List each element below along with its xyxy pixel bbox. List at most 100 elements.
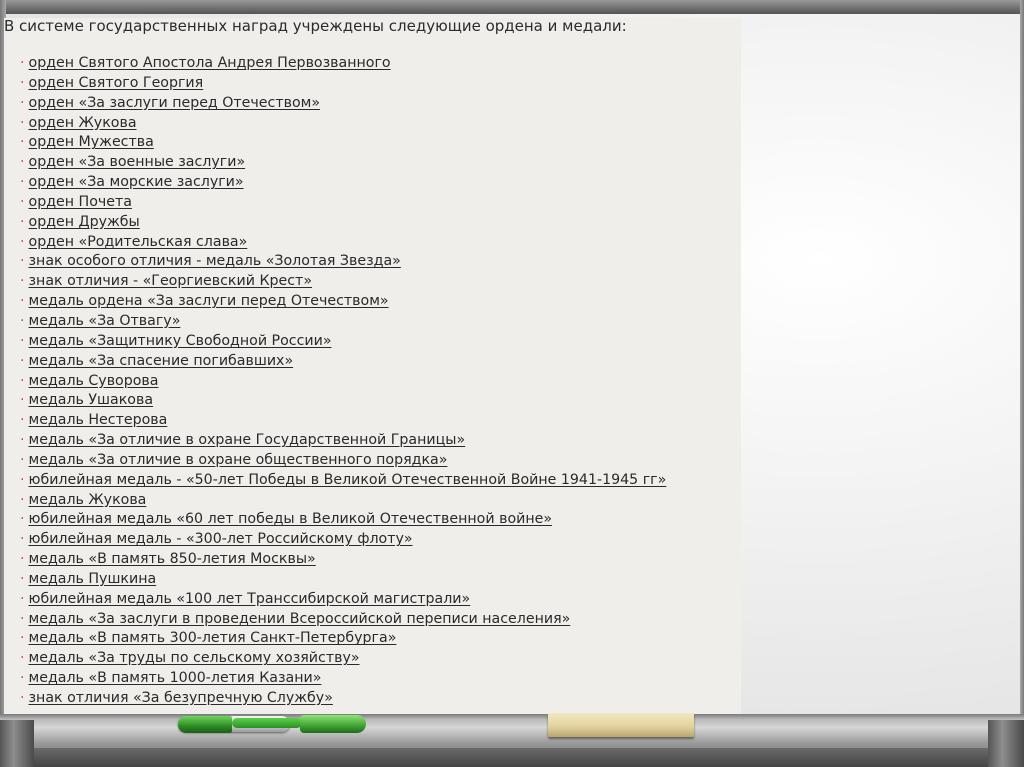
board-leg-left xyxy=(0,720,34,767)
board-frame-right xyxy=(1020,0,1024,767)
award-link[interactable]: медаль Нестерова xyxy=(29,412,168,428)
list-item: · медаль «За отличие в охране Государстве… xyxy=(20,431,666,451)
award-link[interactable]: орден Мужества xyxy=(29,134,154,150)
award-link[interactable]: юбилейная медаль - «50-лет Победы в Вели… xyxy=(29,472,667,488)
list-item: · медаль Жукова xyxy=(20,491,666,511)
bullet-icon: · xyxy=(20,55,25,71)
list-item: · медаль «В память 1000-летия Казани» xyxy=(20,669,666,689)
award-link[interactable]: медаль «За отличие в охране общественног… xyxy=(29,452,448,468)
list-item: · юбилейная медаль - «50-лет Победы в Вел… xyxy=(20,471,666,491)
bullet-icon: · xyxy=(20,312,25,329)
list-item: · орден «За военные заслуги» xyxy=(20,153,666,173)
award-link[interactable]: медаль Ушакова xyxy=(29,392,154,408)
list-item: · медаль Пушкина xyxy=(20,570,666,590)
award-link[interactable]: юбилейная медаль «60 лет победы в Велико… xyxy=(29,511,553,527)
bullet-icon: · xyxy=(20,412,25,429)
bullet-icon: · xyxy=(20,94,25,111)
award-link[interactable]: медаль «За Отвагу» xyxy=(29,313,181,329)
award-link[interactable]: медаль Пушкина xyxy=(29,571,157,587)
tray-shadow xyxy=(0,748,1024,767)
bullet-icon: · xyxy=(20,432,25,449)
bullet-icon: · xyxy=(20,610,25,627)
list-item: · медаль «За отличие в охране общественно… xyxy=(20,451,666,471)
award-link[interactable]: медаль Жукова xyxy=(29,492,147,508)
list-item: · медаль Суворова xyxy=(20,372,666,392)
list-item: · орден Почета xyxy=(20,193,666,213)
award-link[interactable]: орден Почета xyxy=(29,194,132,210)
award-link[interactable]: медаль Суворова xyxy=(29,373,159,389)
list-item: · юбилейная медаль - «300-лет Российскому… xyxy=(20,530,666,550)
award-link[interactable]: медаль «За спасение погибавших» xyxy=(29,353,294,369)
bullet-icon: · xyxy=(20,74,25,91)
marker-grip xyxy=(178,716,232,733)
award-list: · орден Святого Апостола Андрея Первозван… xyxy=(20,54,666,709)
award-link[interactable]: медаль ордена «За заслуги перед Отечеств… xyxy=(29,293,389,309)
award-link[interactable]: орден «За военные заслуги» xyxy=(29,154,246,170)
bullet-icon: · xyxy=(20,451,25,468)
bullet-icon: · xyxy=(20,650,25,667)
award-link[interactable]: медаль «В память 850-летия Москвы» xyxy=(29,551,316,567)
award-link[interactable]: медаль «За труды по сельскому хозяйству» xyxy=(29,650,360,666)
bullet-icon: · xyxy=(20,273,25,290)
eraser-icon xyxy=(548,713,694,737)
award-link[interactable]: орден Дружбы xyxy=(29,214,140,230)
award-link[interactable]: знак особого отличия - медаль «Золотая З… xyxy=(29,253,401,269)
award-link[interactable]: орден Святого Георгия xyxy=(29,75,204,91)
list-item: · юбилейная медаль «60 лет победы в Велик… xyxy=(20,510,666,530)
bullet-icon: · xyxy=(20,570,25,587)
bullet-icon: · xyxy=(20,690,25,706)
award-link[interactable]: медаль «В память 1000-летия Казани» xyxy=(29,670,322,686)
list-item: · орден «За заслуги перед Отечеством» xyxy=(20,94,666,114)
list-item: · медаль Ушакова xyxy=(20,391,666,411)
bullet-icon: · xyxy=(20,511,25,528)
bullet-icon: · xyxy=(20,590,25,607)
award-link[interactable]: знак отличия «За безупречную Службу» xyxy=(29,690,333,706)
list-item: · медаль «За заслуги в проведении Всеросс… xyxy=(20,610,666,630)
list-item: · медаль «За спасение погибавших» xyxy=(20,352,666,372)
bullet-icon: · xyxy=(20,372,25,389)
list-item: · орден «Родительская слава» xyxy=(20,233,666,253)
list-item: · юбилейная медаль «100 лет Транссибирско… xyxy=(20,590,666,610)
bullet-icon: · xyxy=(20,154,25,171)
award-link[interactable]: знак отличия - «Георгиевский Крест» xyxy=(29,273,313,289)
award-link[interactable]: орден «За заслуги перед Отечеством» xyxy=(29,95,321,111)
marker-cap xyxy=(300,715,366,733)
board-frame-top xyxy=(0,0,1024,14)
award-link[interactable]: медаль «За заслуги в проведении Всеросси… xyxy=(29,611,571,627)
list-item: · медаль Нестерова xyxy=(20,411,666,431)
bullet-icon: · xyxy=(20,134,25,151)
bullet-icon: · xyxy=(20,193,25,210)
list-item: · медаль «В память 850-летия Москвы» xyxy=(20,550,666,570)
list-item: · медаль «За труды по сельскому хозяйству… xyxy=(20,649,666,669)
list-item: · медаль «В память 300-летия Санкт-Петерб… xyxy=(20,629,666,649)
award-link[interactable]: медаль «В память 300-летия Санкт-Петербу… xyxy=(29,630,397,646)
bullet-icon: · xyxy=(20,352,25,369)
bullet-icon: · xyxy=(20,114,25,131)
bullet-icon: · xyxy=(20,253,25,270)
award-link[interactable]: юбилейная медаль «100 лет Транссибирской… xyxy=(29,591,471,607)
bullet-icon: · xyxy=(20,471,25,488)
list-item: · медаль «Защитнику Свободной России» xyxy=(20,332,666,352)
award-link[interactable]: орден Святого Апостола Андрея Первозванн… xyxy=(29,55,391,71)
bullet-icon: · xyxy=(20,213,25,230)
award-link[interactable]: орден «Родительская слава» xyxy=(29,234,248,250)
bullet-icon: · xyxy=(20,332,25,349)
list-item: · знак особого отличия - медаль «Золотая … xyxy=(20,252,666,272)
award-link[interactable]: орден «За морские заслуги» xyxy=(29,174,244,190)
bullet-icon: · xyxy=(20,531,25,548)
list-item: · знак отличия - «Георгиевский Крест» xyxy=(20,272,666,292)
award-link[interactable]: медаль «Защитнику Свободной России» xyxy=(29,333,332,349)
list-item: · медаль ордена «За заслуги перед Отечест… xyxy=(20,292,666,312)
award-link[interactable]: медаль «За отличие в охране Государствен… xyxy=(29,432,466,448)
award-link[interactable]: юбилейная медаль - «300-лет Российскому … xyxy=(29,531,413,547)
bullet-icon: · xyxy=(20,233,25,250)
award-link[interactable]: орден Жукова xyxy=(29,115,137,131)
bullet-icon: · xyxy=(20,670,25,687)
bullet-icon: · xyxy=(20,293,25,310)
list-item: · знак отличия «За безупречную Службу» xyxy=(20,689,666,709)
bullet-icon: · xyxy=(20,174,25,191)
page-heading: В системе государственных наград учрежде… xyxy=(4,17,627,35)
bullet-icon: · xyxy=(20,491,25,508)
list-item: · орден Мужества xyxy=(20,133,666,153)
bullet-icon: · xyxy=(20,551,25,568)
